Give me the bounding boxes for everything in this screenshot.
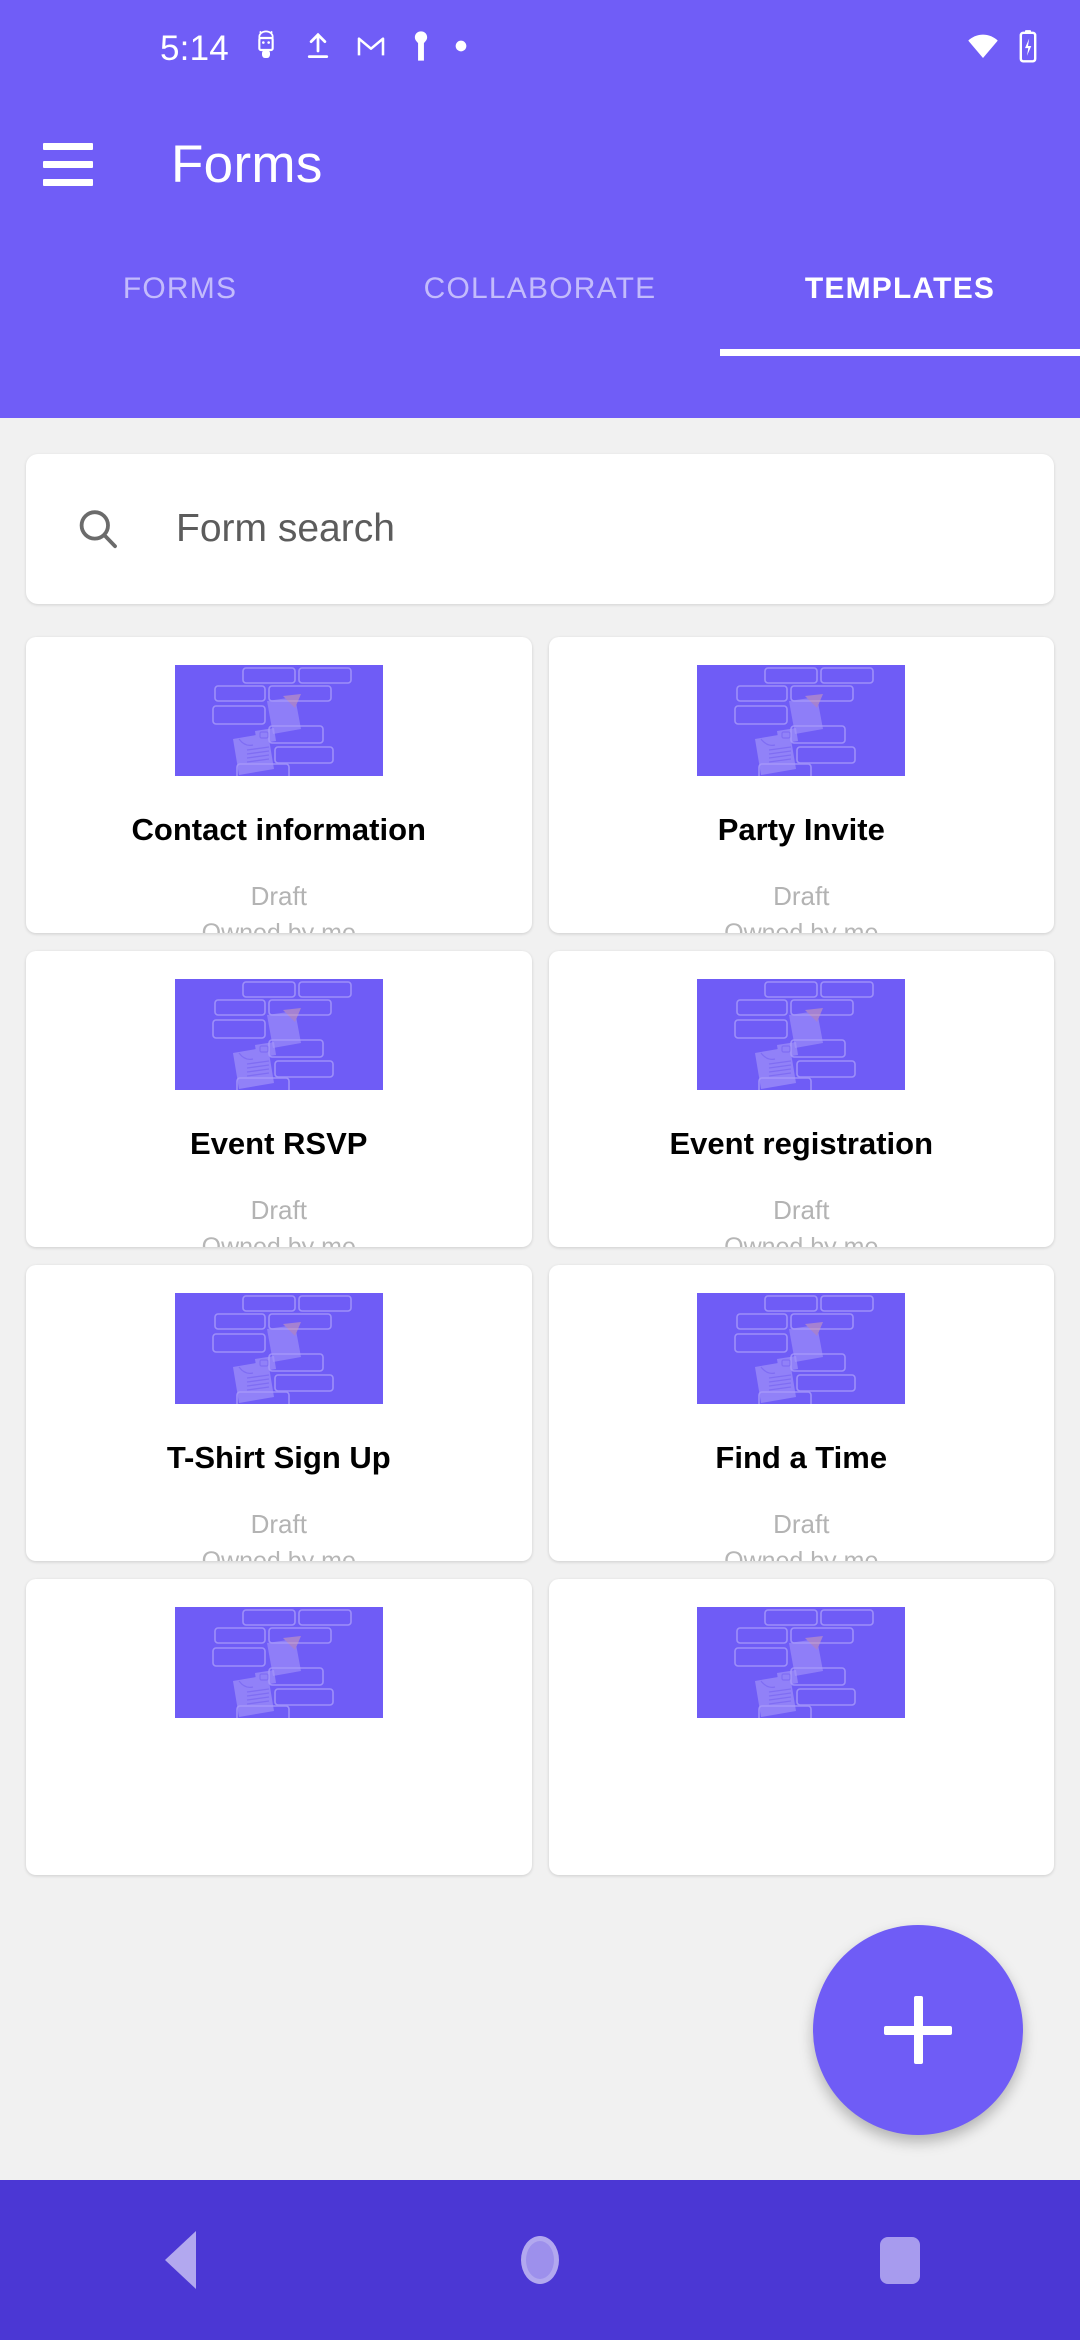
template-owner: Owned by me	[202, 1233, 356, 1247]
template-owner: Owned by me	[724, 1547, 878, 1561]
system-navigation-bar	[0, 2180, 1080, 2340]
template-thumbnail	[174, 1293, 383, 1404]
app-root: 5:14 Forms FORMS COLLABORATE TEMPLATES F…	[0, 0, 1080, 2340]
template-status: Draft	[773, 1509, 830, 1540]
template-card[interactable]: Contact information Draft Owned by me	[26, 637, 532, 933]
form-illustration-icon	[174, 979, 383, 1090]
template-card[interactable]: Find a Time Draft Owned by me	[548, 1265, 1054, 1561]
create-form-fab[interactable]	[813, 1925, 1023, 2135]
hamburger-line	[43, 178, 93, 186]
hamburger-menu-icon[interactable]	[36, 132, 100, 196]
template-title: T-Shirt Sign Up	[166, 1440, 391, 1475]
template-card[interactable]: Party Invite Draft Owned by me	[548, 637, 1054, 933]
status-bar-right	[964, 0, 1040, 96]
template-owner: Owned by me	[724, 919, 878, 933]
hamburger-line	[43, 160, 93, 168]
template-status: Draft	[773, 881, 830, 912]
plus-icon	[913, 1996, 923, 2064]
recents-square-icon	[880, 2236, 920, 2284]
dot-icon	[454, 30, 468, 67]
form-illustration-icon	[697, 665, 906, 776]
template-thumbnail	[697, 1293, 906, 1404]
template-thumbnail	[174, 665, 383, 776]
template-thumbnail	[697, 1607, 906, 1718]
gmail-icon	[354, 30, 388, 67]
template-title: Event registration	[669, 1126, 934, 1161]
nav-recents-button[interactable]	[810, 2180, 990, 2340]
template-status: Draft	[250, 881, 307, 912]
template-title: Party Invite	[717, 812, 885, 847]
template-status: Draft	[250, 1509, 307, 1540]
templates-grid: Contact information Draft Owned by me	[26, 637, 1054, 1875]
search-icon	[74, 505, 122, 553]
template-status: Draft	[773, 1195, 830, 1226]
tab-templates[interactable]: TEMPLATES	[720, 232, 1080, 356]
battery-charging-icon	[1016, 28, 1040, 69]
status-bar: 5:14	[0, 0, 1080, 96]
android-icon	[250, 29, 282, 67]
template-card[interactable]: T-Shirt Sign Up Draft Owned by me	[26, 1265, 532, 1561]
upload-icon	[303, 30, 333, 67]
template-owner: Owned by me	[202, 1547, 356, 1561]
template-title: Find a Time	[715, 1440, 888, 1475]
nav-home-button[interactable]	[450, 2180, 630, 2340]
form-illustration-icon	[697, 1607, 906, 1718]
template-status: Draft	[250, 1195, 307, 1226]
back-triangle-icon	[164, 2231, 196, 2289]
nav-back-button[interactable]	[90, 2180, 270, 2340]
status-bar-clock: 5:14	[160, 28, 229, 68]
template-card[interactable]: Event registration Draft Owned by me	[548, 951, 1054, 1247]
template-title: Contact information	[131, 812, 427, 847]
tab-bar: FORMS COLLABORATE TEMPLATES	[0, 232, 1080, 356]
app-header: 5:14 Forms FORMS COLLABORATE TEMPLATES	[0, 0, 1080, 418]
search-input[interactable]: Form search	[176, 507, 395, 551]
tab-collaborate[interactable]: COLLABORATE	[360, 232, 720, 356]
status-bar-left: 5:14	[160, 28, 468, 68]
template-owner: Owned by me	[724, 1233, 878, 1247]
form-illustration-icon	[697, 979, 906, 1090]
wifi-icon	[964, 29, 1002, 68]
hamburger-line	[43, 142, 93, 150]
template-owner: Owned by me	[202, 919, 356, 933]
tab-forms[interactable]: FORMS	[0, 232, 360, 356]
form-illustration-icon	[174, 1293, 383, 1404]
template-thumbnail	[697, 979, 906, 1090]
person-icon	[409, 30, 433, 67]
template-card[interactable]	[548, 1579, 1054, 1875]
app-bar: Forms	[0, 96, 1080, 232]
form-illustration-icon	[174, 665, 383, 776]
search-bar[interactable]: Form search	[26, 454, 1054, 604]
page-title: Forms	[171, 134, 323, 194]
form-illustration-icon	[174, 1607, 383, 1718]
template-thumbnail	[174, 1607, 383, 1718]
template-thumbnail	[697, 665, 906, 776]
form-illustration-icon	[697, 1293, 906, 1404]
template-title: Event RSVP	[190, 1126, 368, 1161]
template-thumbnail	[174, 979, 383, 1090]
template-card[interactable]: Event RSVP Draft Owned by me	[26, 951, 532, 1247]
template-card[interactable]	[26, 1579, 532, 1875]
home-circle-icon	[521, 2236, 559, 2284]
